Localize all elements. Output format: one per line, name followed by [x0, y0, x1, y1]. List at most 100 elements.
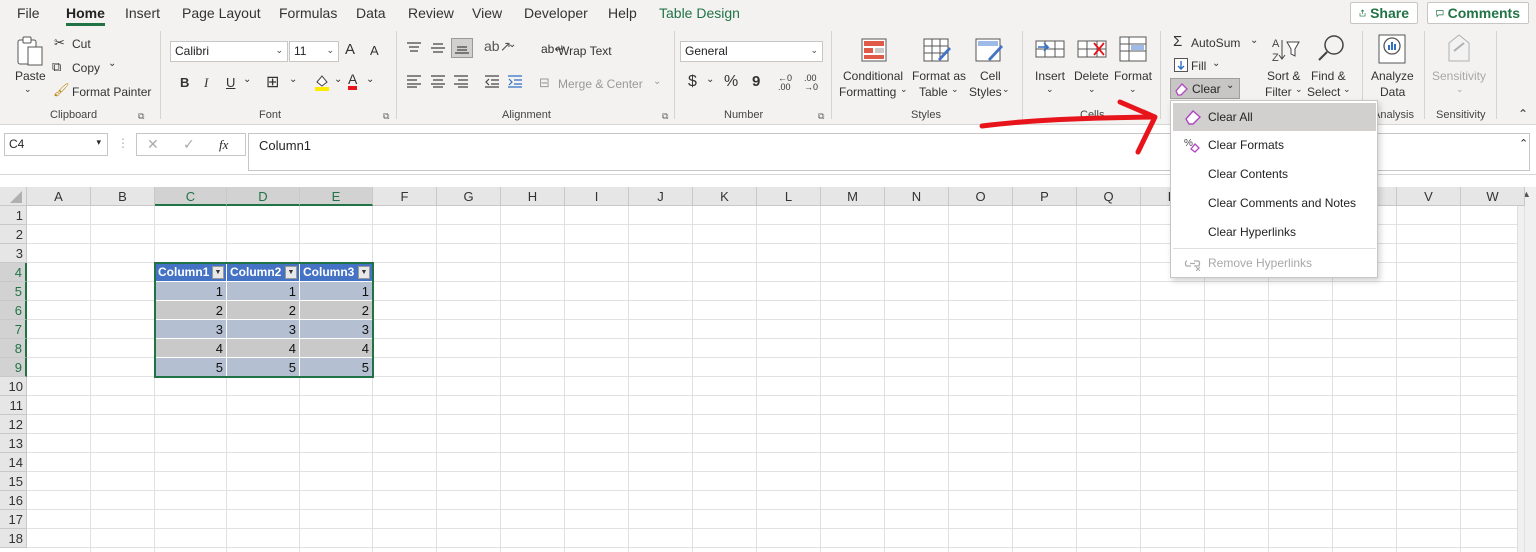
sensitivity-icon[interactable]: [1446, 33, 1472, 63]
format-as-table-icon[interactable]: [922, 37, 952, 65]
comments-button[interactable]: Comments: [1427, 2, 1529, 24]
column-header-i[interactable]: I: [565, 187, 629, 206]
cell-styles-label-1[interactable]: Cell: [980, 69, 1001, 83]
fill-chevron-icon[interactable]: ⌄: [1212, 58, 1220, 69]
expand-formula-bar-icon[interactable]: ⌃: [1519, 137, 1528, 150]
increase-indent-icon[interactable]: [507, 74, 523, 88]
format-painter-button[interactable]: Format Painter: [72, 85, 151, 99]
font-launcher-icon[interactable]: ⧉: [383, 111, 389, 122]
collapse-ribbon-icon[interactable]: ⌃: [1518, 107, 1528, 121]
vertical-scrollbar[interactable]: ▲: [1517, 187, 1536, 552]
font-size-select[interactable]: 11 ⌄: [289, 41, 339, 62]
autosum-chevron-icon[interactable]: ⌄: [1250, 35, 1258, 46]
table-cell[interactable]: 1: [155, 282, 227, 301]
align-bottom-icon[interactable]: [451, 38, 473, 58]
increase-font-size-button[interactable]: A: [345, 41, 355, 58]
underline-chevron-icon[interactable]: ⌄: [243, 74, 251, 85]
name-box[interactable]: C4 ▾: [4, 133, 108, 156]
column-header-w[interactable]: W: [1461, 187, 1525, 206]
insert-function-button[interactable]: fx: [219, 137, 228, 153]
tab-home[interactable]: Home: [66, 5, 105, 26]
cancel-icon[interactable]: ✕: [147, 136, 159, 153]
insert-cells-icon[interactable]: [1034, 37, 1066, 63]
format-cells-icon[interactable]: [1118, 35, 1148, 63]
row-header-3[interactable]: 3: [0, 244, 27, 263]
analyze-data-label-1[interactable]: Analyze: [1371, 69, 1414, 83]
table-header-cell[interactable]: Column2 ▼: [227, 263, 300, 282]
borders-chevron-icon[interactable]: ⌄: [289, 74, 297, 85]
table-header-cell[interactable]: Column3 ▼: [300, 263, 373, 282]
delete-cells-icon[interactable]: [1076, 37, 1108, 63]
copy-chevron-icon[interactable]: ⌄: [108, 58, 116, 69]
find-select-label-2[interactable]: Select: [1307, 85, 1340, 99]
copy-icon[interactable]: ⧉: [52, 59, 61, 75]
currency-chevron-icon[interactable]: ⌄: [706, 74, 714, 85]
sensitivity-chevron-icon[interactable]: ⌄: [1456, 84, 1464, 95]
decrease-font-size-button[interactable]: A: [370, 43, 379, 58]
column-header-a[interactable]: A: [27, 187, 91, 206]
align-left-icon[interactable]: [406, 74, 422, 88]
column-header-e[interactable]: E: [300, 187, 373, 206]
row-header-11[interactable]: 11: [0, 396, 27, 415]
column-header-v[interactable]: V: [1397, 187, 1461, 206]
cut-icon[interactable]: ✂: [54, 35, 65, 51]
format-cells-button[interactable]: Format: [1114, 69, 1152, 83]
find-select-chevron-icon[interactable]: ⌄: [1343, 84, 1351, 95]
table-cell[interactable]: 4: [300, 339, 373, 358]
autosum-icon[interactable]: Σ: [1173, 33, 1182, 50]
enter-icon[interactable]: ✓: [183, 136, 195, 153]
number-format-select[interactable]: General ⌄: [680, 41, 823, 62]
row-header-1[interactable]: 1: [0, 206, 27, 225]
font-color-chevron-icon[interactable]: ⌄: [366, 74, 374, 85]
cell-styles-icon[interactable]: [974, 37, 1004, 65]
paste-icon[interactable]: [14, 35, 46, 69]
row-header-6[interactable]: 6: [0, 301, 27, 320]
merge-center-icon[interactable]: ⊟: [539, 75, 550, 91]
column-header-l[interactable]: L: [757, 187, 821, 206]
clear-hyperlinks-item[interactable]: Clear Hyperlinks: [1173, 218, 1376, 246]
clear-formats-item[interactable]: % Clear Formats: [1173, 131, 1376, 159]
clear-all-item[interactable]: Clear All: [1173, 103, 1376, 131]
alignment-launcher-icon[interactable]: ⧉: [662, 111, 668, 122]
row-header-10[interactable]: 10: [0, 377, 27, 396]
row-header-18[interactable]: 18: [0, 529, 27, 548]
fill-button[interactable]: Fill: [1191, 59, 1206, 73]
tab-file[interactable]: File: [17, 5, 40, 21]
table-cell[interactable]: 5: [300, 358, 373, 377]
table-cell[interactable]: 5: [155, 358, 227, 377]
analyze-data-icon[interactable]: [1377, 33, 1407, 65]
conditional-formatting-label-2[interactable]: Formatting: [839, 85, 896, 99]
sort-filter-chevron-icon[interactable]: ⌄: [1295, 84, 1303, 95]
clear-button[interactable]: Clear ⌄: [1170, 78, 1240, 99]
select-all-button[interactable]: [0, 187, 27, 206]
tab-formulas[interactable]: Formulas: [279, 5, 337, 21]
fill-color-icon[interactable]: [313, 73, 331, 91]
row-header-16[interactable]: 16: [0, 491, 27, 510]
delete-cells-button[interactable]: Delete: [1074, 69, 1109, 83]
row-header-17[interactable]: 17: [0, 510, 27, 529]
tab-table-design[interactable]: Table Design: [659, 5, 740, 21]
find-select-label-1[interactable]: Find &: [1311, 69, 1346, 83]
fill-icon[interactable]: [1174, 58, 1188, 72]
decrease-decimal-button[interactable]: .00 →0: [804, 74, 818, 92]
format-painter-icon[interactable]: 🖌: [53, 82, 70, 98]
tab-insert[interactable]: Insert: [125, 5, 160, 21]
column-header-b[interactable]: B: [91, 187, 155, 206]
column-header-f[interactable]: F: [373, 187, 437, 206]
row-header-13[interactable]: 13: [0, 434, 27, 453]
bold-button[interactable]: B: [180, 75, 189, 90]
column-header-n[interactable]: N: [885, 187, 949, 206]
table-cell[interactable]: 4: [227, 339, 300, 358]
align-top-icon[interactable]: [406, 41, 422, 55]
format-chevron-icon[interactable]: ⌄: [1129, 84, 1137, 95]
format-as-table-chevron-icon[interactable]: ⌄: [951, 84, 959, 95]
merge-chevron-icon[interactable]: ⌄: [653, 76, 661, 87]
format-as-table-label-1[interactable]: Format as: [912, 69, 966, 83]
tab-data[interactable]: Data: [356, 5, 386, 21]
column-header-h[interactable]: H: [501, 187, 565, 206]
increase-decimal-button[interactable]: ←0.00: [778, 74, 792, 92]
table-cell[interactable]: 2: [155, 301, 227, 320]
table-cell[interactable]: 3: [227, 320, 300, 339]
decrease-indent-icon[interactable]: [484, 74, 500, 88]
sort-filter-label-2[interactable]: Filter: [1265, 85, 1292, 99]
